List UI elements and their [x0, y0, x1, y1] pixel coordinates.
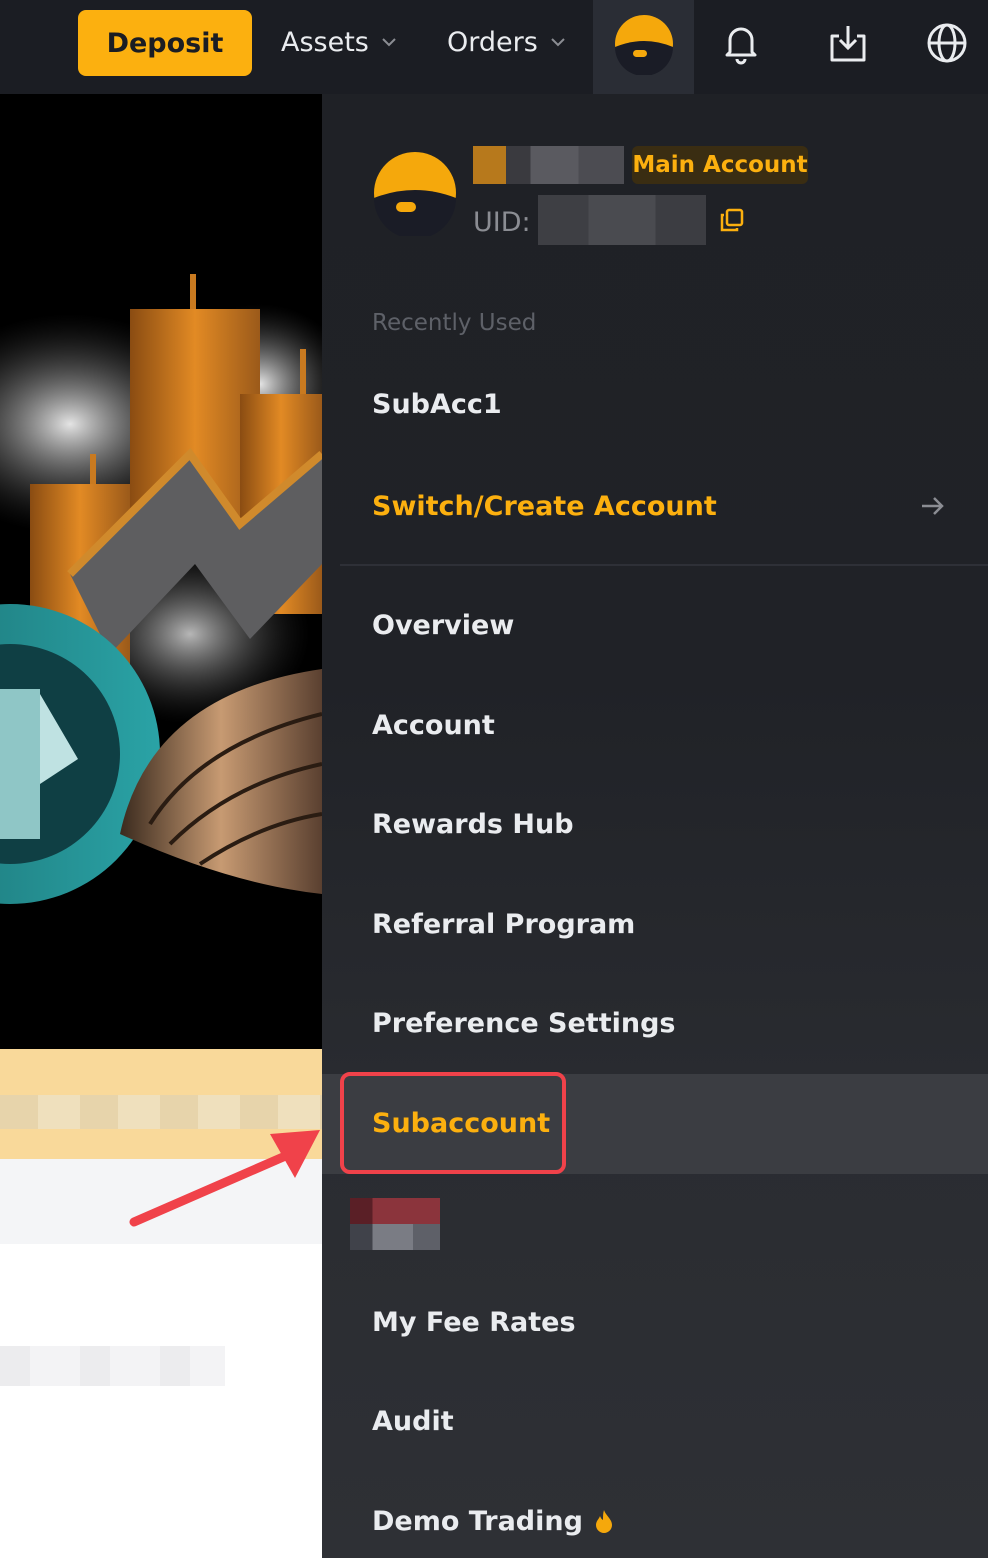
fire-icon: [595, 1510, 612, 1533]
demo-trading-label: Demo Trading: [372, 1505, 583, 1537]
chevron-down-icon: [382, 38, 396, 47]
menu-item-my-fee-rates[interactable]: My Fee Rates: [372, 1300, 576, 1344]
redacted-menu-item: [350, 1198, 440, 1250]
top-navigation-bar: Deposit Assets Orders: [0, 0, 988, 94]
uid-label: UID:: [473, 206, 531, 238]
recent-account-subacc1[interactable]: SubAcc1: [372, 382, 502, 426]
annotation-arrow-icon: [129, 1130, 320, 1227]
menu-item-overview[interactable]: Overview: [372, 603, 514, 647]
switch-create-account-link[interactable]: Switch/Create Account: [372, 484, 717, 528]
chevron-down-icon: [551, 38, 565, 47]
globe-icon[interactable]: [924, 20, 970, 66]
assets-menu[interactable]: Assets: [281, 22, 399, 62]
orders-label: Orders: [447, 26, 538, 58]
recently-used-label: Recently Used: [372, 310, 537, 336]
redacted-username: [473, 146, 624, 184]
menu-item-account[interactable]: Account: [372, 703, 495, 747]
avatar-icon: [615, 15, 673, 75]
arrow-right-icon[interactable]: [916, 490, 948, 522]
menu-item-referral-program[interactable]: Referral Program: [372, 902, 635, 946]
menu-item-audit[interactable]: Audit: [372, 1399, 454, 1443]
assets-label: Assets: [281, 26, 369, 58]
content-card: [0, 1244, 322, 1558]
orders-menu[interactable]: Orders: [447, 22, 568, 62]
copy-icon[interactable]: [718, 206, 746, 234]
redacted-uid: [538, 195, 706, 245]
menu-item-rewards-hub[interactable]: Rewards Hub: [372, 802, 574, 846]
download-icon[interactable]: [825, 20, 871, 66]
main-account-badge: Main Account: [632, 146, 808, 184]
deposit-button[interactable]: Deposit: [78, 10, 252, 76]
annotation-highlight-box: [340, 1072, 566, 1174]
menu-divider: [340, 564, 988, 566]
blurred-content-line: [0, 1346, 225, 1386]
blurred-notice-text: [0, 1095, 322, 1129]
menu-item-preference-settings[interactable]: Preference Settings: [372, 1001, 676, 1045]
bell-icon[interactable]: [718, 20, 764, 66]
profile-avatar-icon: [374, 152, 456, 236]
menu-item-demo-trading[interactable]: Demo Trading: [372, 1499, 615, 1543]
account-avatar-button[interactable]: [593, 0, 694, 94]
promo-banner-image: [0, 94, 322, 1049]
